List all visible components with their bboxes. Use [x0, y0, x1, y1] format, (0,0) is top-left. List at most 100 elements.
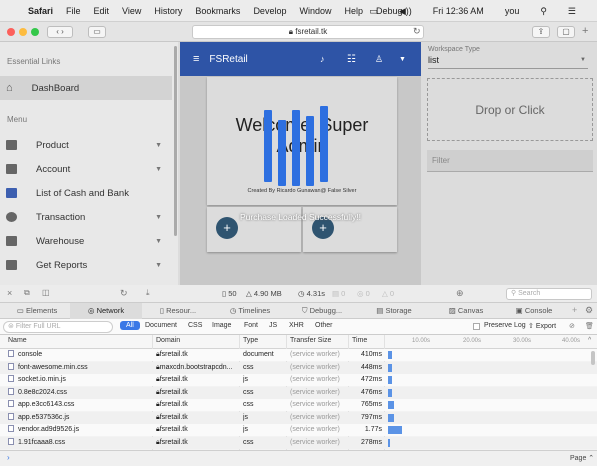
- tab-timelines[interactable]: ◷ Timelines: [214, 303, 286, 319]
- hamburger-menu-icon[interactable]: ≡: [193, 53, 199, 65]
- menu-edit[interactable]: Edit: [94, 6, 110, 16]
- table-row[interactable]: socket.io.min.js 🔒︎fsretail.tk js (service …: [0, 374, 597, 386]
- user-menu-chevron-icon[interactable]: ▼: [399, 56, 406, 63]
- reload-icon[interactable]: ↻: [413, 26, 421, 37]
- spotlight-search-icon[interactable]: ⚲: [540, 6, 547, 17]
- request-transfer-size: (service worker): [290, 376, 340, 383]
- sidebar-scrollbar[interactable]: [174, 46, 177, 236]
- filter-all[interactable]: All: [120, 321, 140, 330]
- dock-icon[interactable]: ◫: [42, 288, 50, 297]
- inspector-search-input[interactable]: ⚲ Search: [506, 288, 592, 300]
- table-row[interactable]: 1.91fcaaa8.css 🔒︎fsretail.tk css (service w…: [0, 436, 597, 449]
- user-name[interactable]: you: [505, 6, 520, 16]
- back-forward-buttons[interactable]: ‹ ›: [47, 26, 73, 38]
- menu-window[interactable]: Window: [299, 6, 331, 16]
- filter-image[interactable]: Image: [212, 322, 231, 329]
- filter-js[interactable]: JS: [269, 322, 277, 329]
- network-scrollbar[interactable]: [591, 351, 595, 365]
- sidebar-item-label: Product: [36, 139, 69, 151]
- drop-zone[interactable]: Drop or Click: [427, 78, 593, 141]
- filter-other[interactable]: Other: [315, 322, 333, 329]
- filter-font[interactable]: Font: [244, 322, 258, 329]
- sort-chevron-up-icon[interactable]: ^: [588, 335, 591, 347]
- app-main: ≡ FSRetail ♪ ☷ ♙ ▼ Welcome, Super Admin …: [180, 42, 421, 285]
- sidebar-item-product[interactable]: Product ▼: [0, 133, 172, 157]
- table-row[interactable]: font-awesome.min.css 🔒︎maxcdn.bootstrapcd…: [0, 361, 597, 374]
- filter-document[interactable]: Document: [145, 322, 177, 329]
- notification-center-icon[interactable]: ☰: [568, 6, 576, 17]
- filter-css[interactable]: CSS: [188, 322, 202, 329]
- zoom-window-button[interactable]: [31, 28, 39, 36]
- filter-input[interactable]: Filter: [427, 150, 593, 172]
- timeline-tick: 30.00s: [513, 338, 532, 344]
- table-row[interactable]: app.e3cc6143.css 🔒︎fsretail.tk css (service…: [0, 399, 597, 411]
- tab-storage[interactable]: ▤ Storage: [358, 303, 430, 319]
- menu-history[interactable]: History: [154, 6, 182, 16]
- filter-url-input[interactable]: ⊜ Filter Full URL: [3, 321, 113, 333]
- sidebar-toggle-icon[interactable]: ▭: [88, 26, 106, 38]
- sidebar-item-cash-and-bank[interactable]: List of Cash and Bank: [0, 181, 172, 205]
- new-tab-icon[interactable]: +: [582, 25, 588, 37]
- menu-view[interactable]: View: [122, 6, 141, 16]
- screen-mirroring-icon[interactable]: ▭: [369, 6, 378, 17]
- tab-console[interactable]: ▣ Console: [502, 303, 566, 319]
- checklist-icon[interactable]: ☷: [347, 54, 356, 65]
- tab-resources[interactable]: ▯ Resour...: [142, 303, 214, 319]
- sidebar-item-warehouse[interactable]: Warehouse ▼: [0, 229, 172, 253]
- table-row[interactable]: console 🔒︎fsretail.tk document (service wor…: [0, 349, 597, 361]
- sidebar-item-dashboard[interactable]: ⌂ DashBoard: [0, 76, 172, 100]
- column-transfer-size[interactable]: Transfer Size: [290, 335, 331, 347]
- minimize-window-button[interactable]: [19, 28, 27, 36]
- export-label: Export: [535, 323, 557, 330]
- tab-debugger[interactable]: ⛉ Debugg...: [286, 303, 358, 319]
- clear-filter-icon[interactable]: ⊘: [569, 322, 575, 330]
- reload-page-icon[interactable]: ↻: [120, 288, 128, 299]
- clear-log-icon[interactable]: 🗑︎: [585, 322, 594, 330]
- column-domain[interactable]: Domain: [156, 335, 180, 347]
- workspace-type-select[interactable]: list ▼: [428, 55, 588, 69]
- notification-bell-icon[interactable]: ♪: [320, 54, 325, 64]
- export-button[interactable]: ⇧ Export: [528, 322, 556, 330]
- close-window-button[interactable]: [7, 28, 15, 36]
- clock[interactable]: Fri 12:36 AM: [433, 6, 484, 16]
- table-row[interactable]: vendor.ad9d9526.js 🔒︎fsretail.tk js (servic…: [0, 424, 597, 436]
- tab-elements[interactable]: ▭ Elements: [4, 303, 70, 319]
- address-bar[interactable]: 🔒︎ fsretail.tk: [192, 25, 424, 39]
- add-tab-icon[interactable]: +: [572, 305, 577, 315]
- close-inspector-icon[interactable]: ×: [7, 288, 12, 298]
- column-type[interactable]: Type: [243, 335, 258, 347]
- request-count: 50: [228, 289, 237, 298]
- volume-icon[interactable]: ◀)): [399, 6, 412, 17]
- menu-app-name[interactable]: Safari: [28, 6, 53, 16]
- tab-canvas[interactable]: ▨ Canvas: [430, 303, 502, 319]
- menu-file[interactable]: File: [66, 6, 81, 16]
- tab-network[interactable]: ◎ Network: [70, 303, 142, 319]
- total-size: 4.90 MB: [253, 289, 282, 298]
- request-transfer-size: (service worker): [290, 351, 340, 358]
- detach-icon[interactable]: ⧉: [24, 288, 30, 298]
- table-row[interactable]: app.e537536c.js 🔒︎fsretail.tk js (service w…: [0, 411, 597, 424]
- sidebar-item-account[interactable]: Account ▼: [0, 157, 172, 181]
- request-type: css: [243, 401, 254, 408]
- menu-develop[interactable]: Develop: [253, 6, 286, 16]
- menu-help[interactable]: Help: [344, 6, 363, 16]
- column-time[interactable]: Time: [352, 335, 367, 347]
- filter-xhr[interactable]: XHR: [289, 322, 304, 329]
- sidebar-item-get-reports[interactable]: Get Reports ▼: [0, 253, 172, 277]
- user-account-icon[interactable]: ♙: [375, 54, 383, 65]
- show-tabs-icon[interactable]: ▢: [557, 26, 575, 38]
- console-prompt-icon[interactable]: ›: [7, 453, 10, 462]
- share-icon[interactable]: ⇪: [532, 26, 550, 38]
- column-name[interactable]: Name: [8, 335, 27, 347]
- page-selector[interactable]: Page ⌃: [570, 454, 594, 462]
- download-icon[interactable]: ⤓: [146, 288, 150, 298]
- sidebar-item-transaction[interactable]: Transaction ▼: [0, 205, 172, 229]
- menu-bookmarks[interactable]: Bookmarks: [195, 6, 240, 16]
- tab-label: Canvas: [457, 306, 484, 315]
- preserve-log-checkbox[interactable]: [473, 323, 480, 330]
- table-row[interactable]: 0.8e8c2024.css 🔒︎fsretail.tk css (service w…: [0, 386, 597, 399]
- element-picker-icon[interactable]: ⊕: [456, 288, 464, 299]
- settings-gear-icon[interactable]: ⚙: [585, 305, 593, 316]
- add-button-left[interactable]: +: [216, 217, 238, 239]
- request-domain-text: fsretail.tk: [159, 438, 188, 446]
